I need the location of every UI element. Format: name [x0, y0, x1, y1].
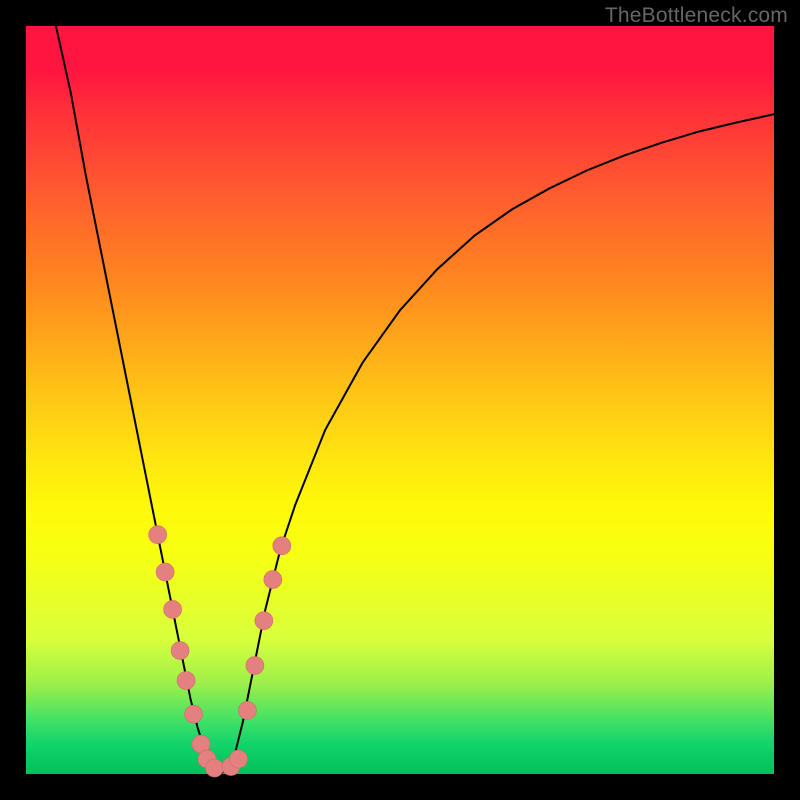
- data-marker: [185, 705, 203, 723]
- data-marker: [156, 563, 174, 581]
- chart-plot-area: [26, 26, 774, 774]
- data-marker: [246, 657, 264, 675]
- chart-frame: TheBottleneck.com: [0, 0, 800, 800]
- data-marker: [164, 600, 182, 618]
- data-marker: [177, 672, 195, 690]
- data-marker: [171, 642, 189, 660]
- curve-right-branch: [220, 114, 774, 774]
- watermark-text: TheBottleneck.com: [605, 4, 788, 28]
- data-marker: [255, 612, 273, 630]
- marker-group: [149, 526, 291, 777]
- data-marker: [273, 537, 291, 555]
- chart-svg: [26, 26, 774, 774]
- curve-left-branch: [56, 26, 221, 774]
- data-marker: [229, 750, 247, 768]
- curve-group: [56, 26, 774, 774]
- data-marker: [264, 571, 282, 589]
- data-marker: [149, 526, 167, 544]
- data-marker: [206, 759, 224, 777]
- data-marker: [238, 701, 256, 719]
